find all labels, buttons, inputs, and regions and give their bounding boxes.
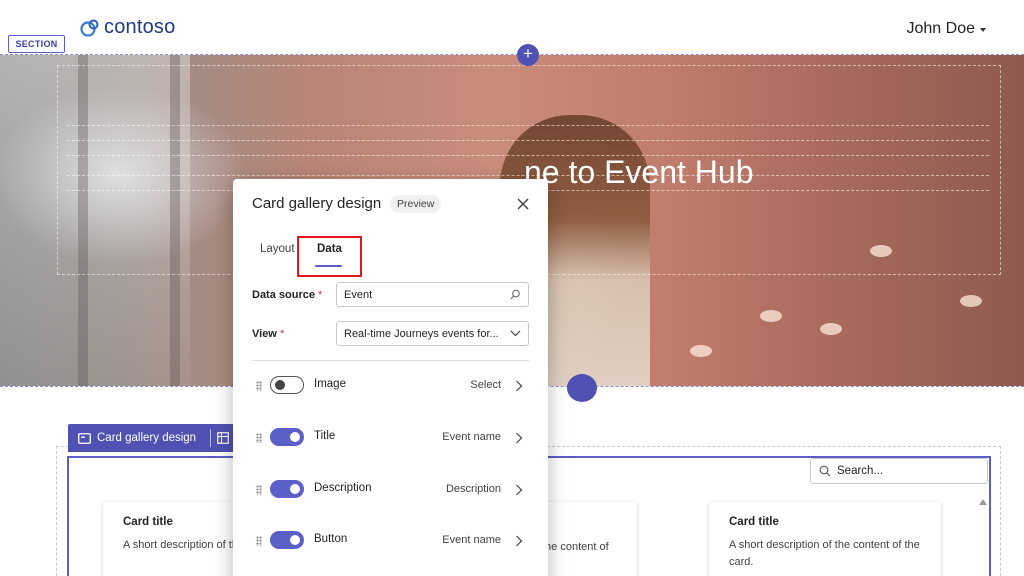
search-placeholder: Search... (837, 465, 884, 477)
scroll-up-arrow-icon[interactable] (979, 499, 987, 505)
chevron-right-icon[interactable] (515, 484, 523, 496)
section-boundary-top (0, 54, 1024, 55)
data-source-input[interactable]: Event (336, 282, 529, 307)
view-value: Real-time Journeys events for... (344, 327, 499, 340)
hero-background-light (960, 295, 982, 307)
logo-text: contoso (104, 16, 176, 38)
field-row-description[interactable]: Description Description (252, 480, 529, 504)
field-label: Title (314, 430, 336, 442)
title-toggle[interactable] (270, 428, 304, 446)
card-gallery-toolbar-label: Card gallery design (97, 432, 197, 444)
caret-down-icon (980, 27, 986, 32)
search-icon (510, 289, 520, 300)
hero-guide-line (67, 125, 989, 126)
panel-divider (252, 360, 529, 361)
close-icon[interactable] (514, 195, 532, 213)
field-label: Image (314, 378, 346, 390)
drag-handle-icon[interactable] (256, 485, 262, 495)
table-icon[interactable] (217, 432, 229, 444)
drag-handle-icon[interactable] (256, 536, 262, 546)
field-label: Button (314, 533, 348, 545)
chevron-right-icon[interactable] (515, 380, 523, 392)
field-value[interactable]: Event name (442, 431, 501, 443)
card-title: Card title (729, 516, 779, 528)
view-dropdown[interactable]: Real-time Journeys events for... (336, 321, 529, 346)
panel-title: Card gallery design (252, 195, 382, 212)
card-gallery-toolbar[interactable]: Card gallery design (68, 424, 258, 452)
add-section-button[interactable]: + (517, 44, 539, 66)
gallery-search-input[interactable]: Search... (810, 458, 988, 484)
hero-background-light (690, 345, 712, 357)
user-menu[interactable]: John Doe (906, 20, 986, 38)
chevron-right-icon[interactable] (515, 432, 523, 444)
preview-badge: Preview (390, 195, 442, 213)
drag-handle-icon[interactable] (256, 433, 262, 443)
image-toggle[interactable] (270, 376, 304, 394)
gallery-card[interactable]: Card title A short description of the co… (709, 502, 941, 576)
contoso-logo[interactable]: contoso (80, 16, 175, 39)
contoso-logo-icon (80, 19, 99, 37)
view-label: View * (252, 328, 285, 340)
field-row-title[interactable]: Title Event name (252, 428, 529, 452)
hero-background-light (760, 310, 782, 322)
field-value[interactable]: Event name (442, 534, 501, 546)
field-label: Description (314, 482, 372, 494)
tab-layout[interactable]: Layout (260, 243, 295, 255)
card-description: the content of (542, 541, 609, 553)
data-source-value: Event (344, 288, 373, 301)
site-header: contoso John Doe (0, 0, 1024, 54)
toolbar-divider (210, 429, 212, 447)
field-value[interactable]: Select (470, 379, 501, 391)
button-toggle[interactable] (270, 531, 304, 549)
section-tag[interactable]: SECTION (8, 35, 65, 53)
hero-guide-line (67, 140, 989, 141)
card-gallery-design-panel: Card gallery design Preview Layout Data … (233, 179, 548, 576)
chevron-right-icon[interactable] (515, 535, 523, 547)
user-name: John Doe (906, 20, 976, 37)
drag-handle-icon[interactable] (256, 381, 262, 391)
hero-title-text: ne to Event Hub (524, 154, 754, 190)
chevron-down-icon (510, 330, 521, 337)
description-toggle[interactable] (270, 480, 304, 498)
data-source-label: Data source * (252, 289, 323, 301)
field-row-button[interactable]: Button Event name (252, 531, 529, 555)
card-description: A short description of the content of th… (729, 539, 920, 568)
section-resize-handle[interactable] (567, 374, 597, 402)
card-gallery-icon (78, 432, 91, 444)
field-value[interactable]: Description (446, 483, 501, 495)
field-row-image[interactable]: Image Select (252, 376, 529, 400)
hero-background-light (820, 323, 842, 335)
search-icon (819, 465, 831, 477)
data-tab-highlight (297, 236, 362, 277)
